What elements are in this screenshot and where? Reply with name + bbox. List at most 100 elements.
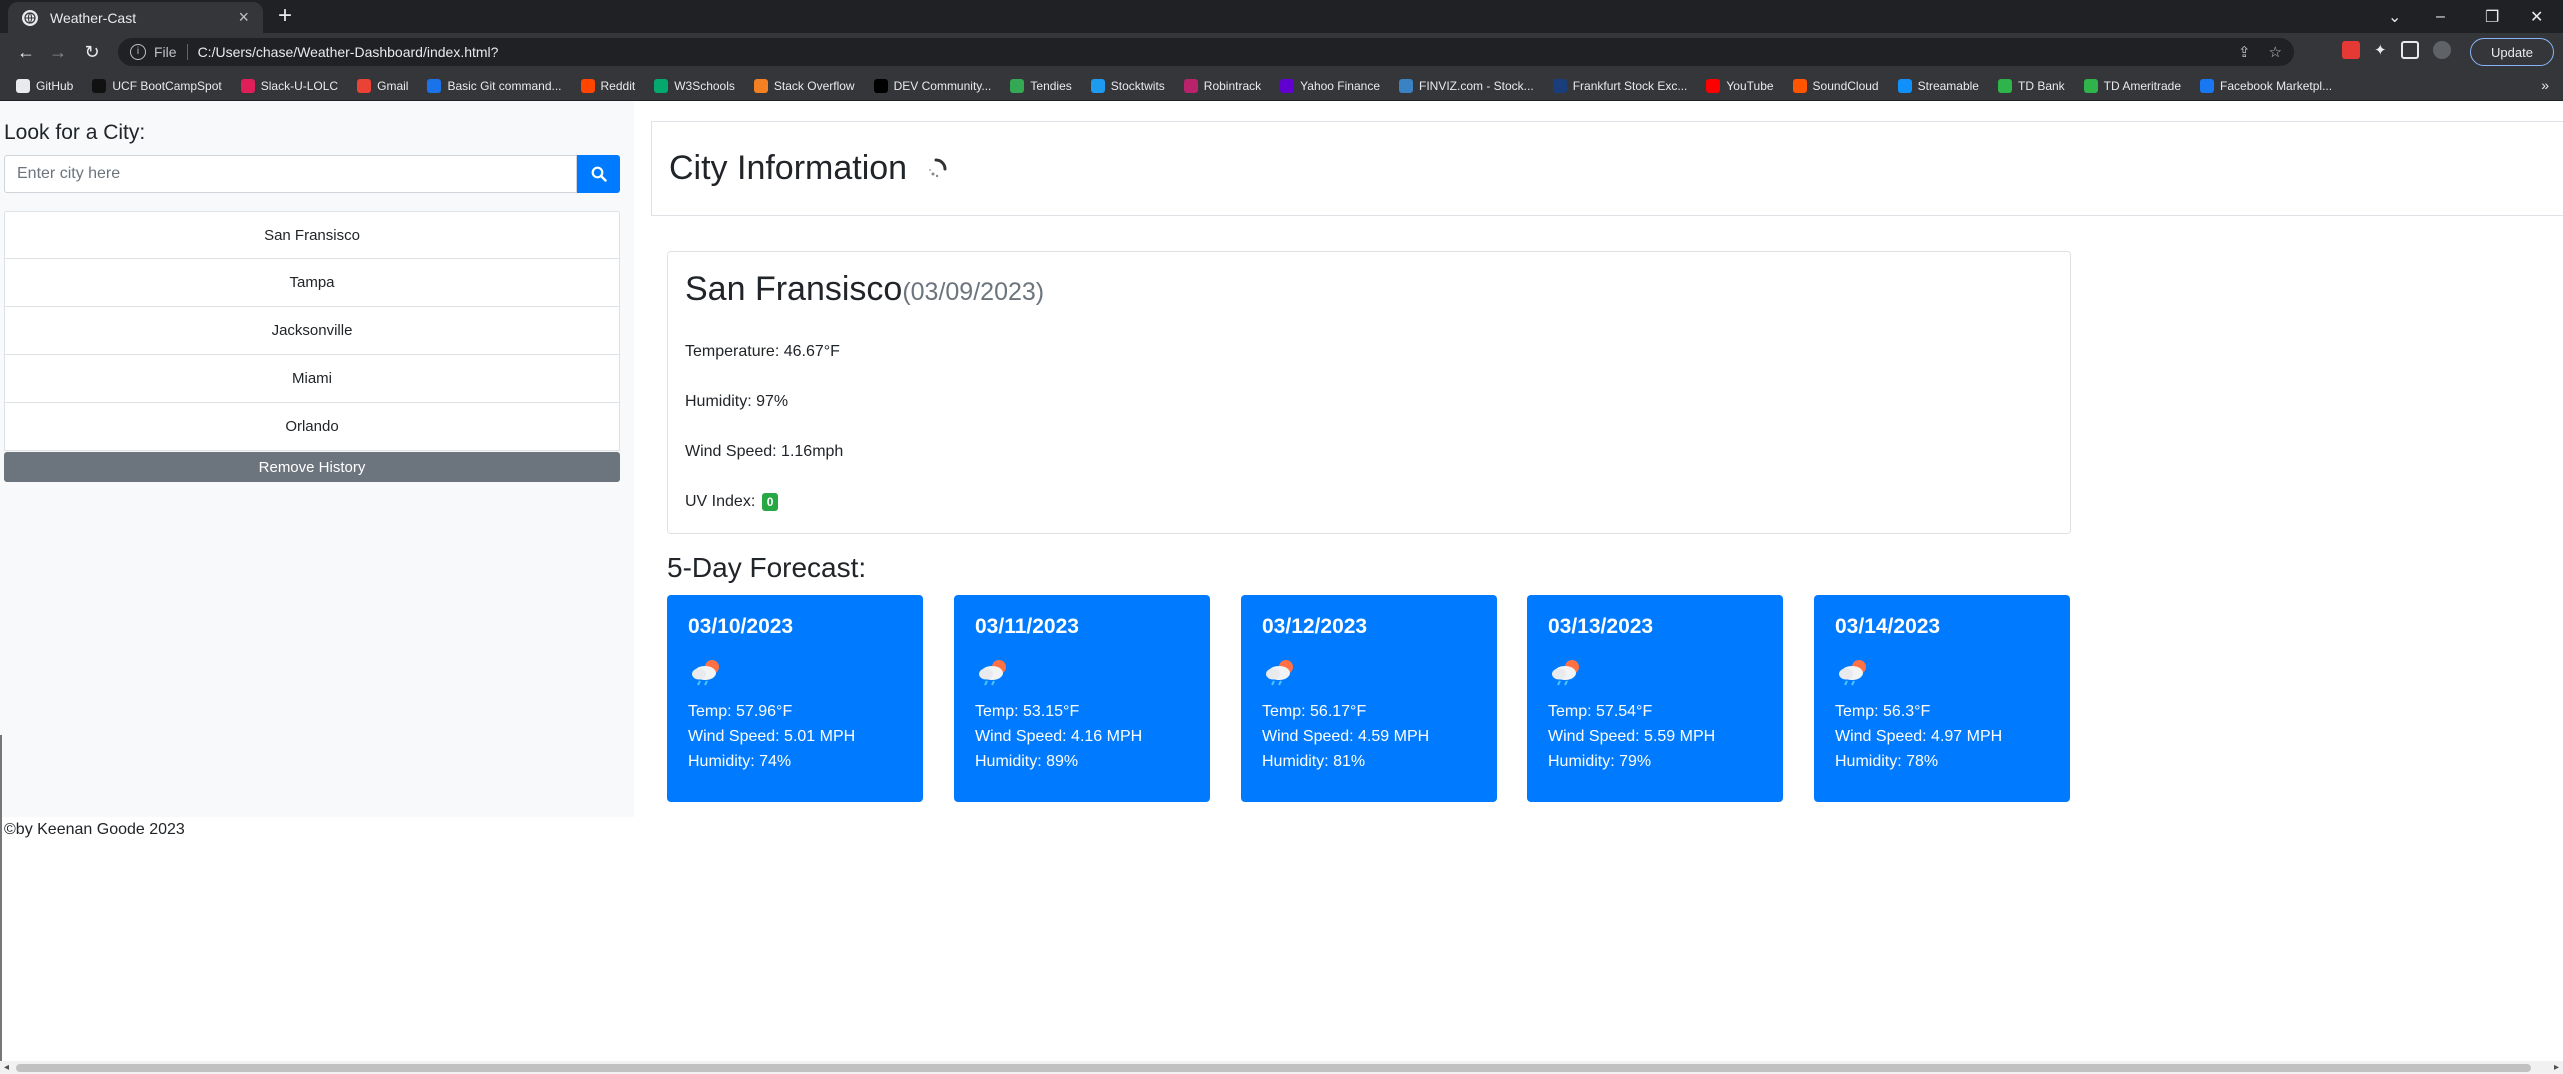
bookmark-item[interactable]: TD Bank (1997, 78, 2065, 93)
history-item[interactable]: Tampa (4, 259, 620, 307)
history-item[interactable]: San Fransisco (4, 211, 620, 259)
sidepanel-icon[interactable] (2400, 41, 2419, 59)
forecast-card: 03/14/2023 Temp: 56.3°F Wind Speed: 4.97 M… (1814, 595, 2070, 802)
bookmark-label: Streamable (1917, 78, 1979, 93)
forecast-temp: Temp: 53.15°F (975, 703, 1080, 720)
window-close-icon[interactable]: ✕ (2530, 0, 2543, 33)
tab-close-icon[interactable]: × (238, 7, 249, 28)
tab-title: Weather-Cast (50, 9, 137, 26)
forecast-card: 03/12/2023 Temp: 56.17°F Wind Speed: 4.59 … (1241, 595, 1497, 802)
current-uv-index: UV Index: 0 (685, 493, 779, 511)
bookmark-item[interactable]: Frankfurt Stock Exc... (1552, 78, 1688, 93)
current-weather-card: San Fransisco(03/09/2023) Temperature: 4… (667, 251, 2071, 534)
bookmark-item[interactable]: Reddit (580, 78, 635, 93)
forward-icon[interactable]: → (46, 40, 70, 64)
history-item[interactable]: Orlando (4, 403, 620, 451)
bookmark-label: Facebook Marketpl... (2220, 78, 2333, 93)
search-icon (591, 166, 607, 182)
bookmark-item[interactable]: FINVIZ.com - Stock... (1399, 78, 1534, 93)
forecast-wind: Wind Speed: 5.59 MPH (1548, 728, 1716, 745)
bookmark-label: Robintrack (1203, 78, 1262, 93)
bookmark-item[interactable]: Yahoo Finance (1280, 78, 1380, 93)
bookmark-favicon-icon (2200, 78, 2215, 93)
uv-badge: 0 (761, 493, 779, 511)
bookmark-favicon-icon (1792, 78, 1807, 93)
page-content: Look for a City: San FransiscoTampaJacks… (0, 101, 2563, 1064)
bookmark-item[interactable]: W3Schools (654, 78, 735, 93)
bookmark-item[interactable]: Stocktwits (1090, 78, 1165, 93)
bookmark-star-icon[interactable]: ☆ (2269, 43, 2282, 61)
bookmark-item[interactable]: SoundCloud (1792, 78, 1879, 93)
url-text[interactable]: C:/Users/chase/Weather-Dashboard/index.h… (198, 44, 499, 60)
forecast-card: 03/10/2023 Temp: 57.96°F Wind Speed: 5.01 … (667, 595, 923, 802)
bookmark-favicon-icon (1280, 78, 1295, 93)
browser-tab[interactable]: Weather-Cast × (8, 2, 263, 33)
bookmark-label: FINVIZ.com - Stock... (1419, 78, 1534, 93)
new-tab-button[interactable]: + (272, 4, 298, 30)
bookmark-favicon-icon (873, 78, 888, 93)
bookmark-item[interactable]: DEV Community... (873, 78, 991, 93)
bookmark-item[interactable]: Slack-U-LOLC (240, 78, 338, 93)
bookmark-item[interactable]: Gmail (357, 78, 409, 93)
forecast-wind: Wind Speed: 4.59 MPH (1262, 728, 1430, 745)
bookmark-favicon-icon (580, 78, 595, 93)
forecast-date: 03/11/2023 (975, 615, 1079, 638)
page-edge (0, 735, 2, 1061)
forecast-date: 03/10/2023 (688, 615, 794, 638)
minimize-icon[interactable]: – (2436, 0, 2445, 33)
bookmark-item[interactable]: UCF BootCampSpot (92, 78, 222, 93)
share-icon[interactable]: ⇪ (2238, 43, 2251, 61)
reload-icon[interactable]: ↻ (80, 40, 104, 64)
bookmark-item[interactable]: Streamable (1897, 78, 1979, 93)
bookmark-item[interactable]: Tendies (1010, 78, 1072, 93)
bookmark-item[interactable]: GitHub (16, 78, 73, 93)
bookmark-item[interactable]: Stack Overflow (753, 78, 855, 93)
bookmark-item[interactable]: TD Ameritrade (2083, 78, 2181, 93)
bookmark-label: Gmail (377, 78, 409, 93)
restore-icon[interactable]: ❐ (2485, 0, 2499, 33)
bookmarks-overflow-icon[interactable]: » (2541, 77, 2549, 93)
forecast-card: 03/11/2023 Temp: 53.15°F Wind Speed: 4.16 … (954, 595, 1210, 802)
forecast-humidity: Humidity: 78% (1835, 753, 1939, 770)
bookmark-favicon-icon (427, 78, 442, 93)
sidebar: Look for a City: San FransiscoTampaJacks… (0, 101, 634, 817)
browser-titlebar: Weather-Cast × + ⌄ – ❐ ✕ (0, 0, 2563, 33)
scrollbar-thumb[interactable] (16, 1064, 2531, 1072)
bookmark-favicon-icon (1552, 78, 1567, 93)
back-icon[interactable]: ← (14, 40, 38, 64)
city-search-input[interactable] (4, 155, 577, 193)
bookmark-item[interactable]: Facebook Marketpl... (2200, 78, 2333, 93)
search-button[interactable] (577, 155, 620, 193)
city-info-header: City Information (651, 121, 2563, 216)
history-item[interactable]: Jacksonville (4, 307, 620, 355)
bookmark-favicon-icon (1399, 78, 1413, 93)
address-bar[interactable]: i File C:/Users/chase/Weather-Dashboard/… (118, 38, 2294, 66)
forecast-title: 5-Day Forecast: (667, 552, 867, 583)
forecast-temp: Temp: 57.96°F (688, 703, 793, 720)
search-heading: Look for a City: (4, 121, 146, 144)
bookmark-label: Frankfurt Stock Exc... (1572, 78, 1688, 93)
horizontal-scrollbar[interactable]: ◂ ▸ (0, 1061, 2563, 1074)
tab-search-icon[interactable]: ⌄ (2388, 0, 2401, 33)
bookmark-item[interactable]: Robintrack (1183, 78, 1262, 93)
scroll-left-icon[interactable]: ◂ (4, 1061, 9, 1074)
scroll-right-icon[interactable]: ▸ (2554, 1061, 2559, 1074)
current-city-name: San Fransisco (685, 270, 903, 308)
bookmark-item[interactable]: YouTube (1706, 78, 1774, 93)
bookmark-favicon-icon (1090, 78, 1105, 93)
bookmark-label: Stack Overflow (773, 78, 855, 93)
forecast-card: 03/13/2023 Temp: 57.54°F Wind Speed: 5.59 … (1527, 595, 1783, 802)
avatar[interactable] (2432, 41, 2451, 59)
remove-history-button[interactable]: Remove History (4, 452, 620, 482)
history-item[interactable]: Miami (4, 355, 620, 403)
forecast-wind: Wind Speed: 4.16 MPH (975, 728, 1143, 745)
bookmark-item[interactable]: Basic Git command... (427, 78, 562, 93)
bookmark-label: YouTube (1726, 78, 1774, 93)
info-icon[interactable]: i (130, 44, 146, 60)
bookmark-favicon-icon (654, 78, 669, 93)
update-button[interactable]: Update (2470, 38, 2554, 66)
forecast-date: 03/12/2023 (1262, 615, 1368, 638)
search-group (4, 155, 620, 193)
puzzle-icon[interactable]: ✦ (2374, 41, 2387, 59)
extension-icon[interactable] (2342, 41, 2360, 59)
